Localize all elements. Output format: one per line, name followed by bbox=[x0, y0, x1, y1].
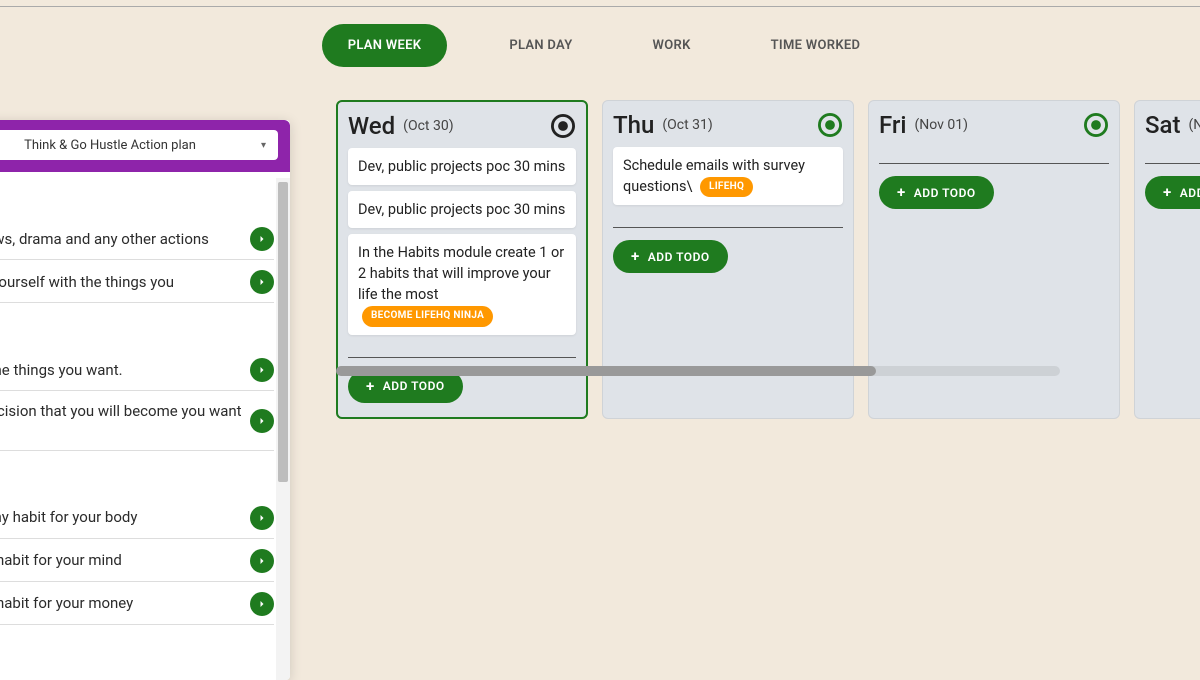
header-divider bbox=[0, 6, 1200, 7]
tab-time-worked[interactable]: TIME WORKED bbox=[753, 28, 879, 63]
plan-task-text: nwash yourself with the things you bbox=[0, 272, 242, 292]
add-todo-button[interactable]: + ADD TODO bbox=[1145, 176, 1200, 209]
todo-card[interactable]: Dev, public projects poc 30 mins bbox=[348, 148, 576, 185]
day-column: Sat (Nov + ADD TODO bbox=[1134, 100, 1200, 419]
tab-plan-day[interactable]: PLAN DAY bbox=[491, 28, 590, 63]
target-icon[interactable] bbox=[817, 112, 843, 138]
todo-card-text: Dev, public projects poc 30 mins bbox=[358, 158, 565, 175]
add-todo-label: ADD TODO bbox=[1180, 186, 1200, 200]
plan-task-row[interactable]: nwash yourself with the things you bbox=[0, 260, 274, 303]
plan-task-row[interactable]: out all the things you want. bbox=[0, 348, 274, 391]
plan-task-text: healthy habit for your mind bbox=[0, 550, 242, 570]
todo-card-text: Dev, public projects poc 30 mins bbox=[358, 201, 565, 218]
plan-task-row[interactable]: nate news, drama and any other actions bbox=[0, 217, 274, 260]
todo-card[interactable]: Dev, public projects poc 30 mins bbox=[348, 191, 576, 228]
plan-task-row[interactable]: healthy habit for your mind bbox=[0, 539, 274, 582]
plan-task-row[interactable]: te healthy habit for your body bbox=[0, 496, 274, 539]
plan-task-text: healthy habit for your money bbox=[0, 593, 242, 613]
day-name: Fri bbox=[879, 111, 907, 139]
plan-select[interactable]: Think & Go Hustle Action plan bbox=[0, 130, 278, 160]
sidebar-scrollbar[interactable] bbox=[276, 178, 290, 680]
plan-task-row[interactable]: e the decision that you will become you … bbox=[0, 391, 274, 451]
add-todo-button[interactable]: + ADD TODO bbox=[613, 240, 728, 273]
plan-task-text: e the decision that you will become you … bbox=[0, 401, 242, 442]
level-heading: vel 3 bbox=[0, 465, 274, 486]
todo-card-text: In the Habits module create 1 or 2 habit… bbox=[358, 244, 564, 303]
tab-plan-week[interactable]: PLAN WEEK bbox=[322, 24, 448, 67]
day-date: (Nov bbox=[1188, 117, 1200, 133]
tab-work[interactable]: WORK bbox=[635, 28, 709, 63]
level-heading: vel 1 bbox=[0, 317, 274, 338]
add-todo-label: ADD TODO bbox=[914, 186, 976, 200]
day-header: Thu (Oct 31) bbox=[613, 111, 843, 139]
chevron-right-icon[interactable] bbox=[250, 506, 274, 530]
day-header: Sat (Nov bbox=[1145, 111, 1200, 139]
day-date: (Oct 31) bbox=[662, 117, 712, 133]
day-date: (Nov 01) bbox=[915, 117, 969, 133]
view-tabs: PLAN WEEK PLAN DAY WORK TIME WORKED bbox=[0, 24, 1200, 67]
day-divider bbox=[613, 227, 843, 228]
plan-task-text: nate news, drama and any other actions bbox=[0, 229, 242, 249]
add-todo-label: ADD TODO bbox=[648, 250, 710, 264]
day-name: Sat bbox=[1145, 111, 1180, 139]
plan-task-text: te healthy habit for your body bbox=[0, 507, 242, 527]
sidebar-body: vel 4 nate news, drama and any other acti… bbox=[0, 172, 290, 680]
board-scrollbar-thumb[interactable] bbox=[336, 366, 876, 376]
plus-icon: + bbox=[631, 249, 640, 264]
chevron-right-icon[interactable] bbox=[250, 409, 274, 433]
day-divider bbox=[348, 357, 576, 358]
day-name: Thu bbox=[613, 111, 654, 139]
chevron-right-icon[interactable] bbox=[250, 549, 274, 573]
plus-icon: + bbox=[897, 185, 906, 200]
chevron-right-icon[interactable] bbox=[250, 270, 274, 294]
action-plan-panel: Think & Go Hustle Action plan vel 4 nate … bbox=[0, 120, 290, 680]
plan-select-value: Think & Go Hustle Action plan bbox=[24, 138, 196, 153]
chevron-right-icon[interactable] bbox=[250, 227, 274, 251]
chevron-right-icon[interactable] bbox=[250, 592, 274, 616]
add-todo-label: ADD TODO bbox=[383, 379, 445, 393]
plan-task-row[interactable]: healthy habit for your money bbox=[0, 582, 274, 625]
day-header: Fri (Nov 01) bbox=[879, 111, 1109, 139]
todo-card[interactable]: Schedule emails with survey questions\ L… bbox=[613, 147, 843, 205]
board-horizontal-scrollbar[interactable] bbox=[336, 366, 1060, 376]
target-icon[interactable] bbox=[550, 113, 576, 139]
sidebar-header: Think & Go Hustle Action plan bbox=[0, 120, 290, 172]
week-board: Wed (Oct 30) Dev, public projects poc 30 m… bbox=[336, 100, 1200, 429]
sidebar-scrollbar-thumb[interactable] bbox=[278, 182, 288, 482]
target-icon[interactable] bbox=[1083, 112, 1109, 138]
day-name: Wed bbox=[348, 112, 395, 140]
plan-task-text: out all the things you want. bbox=[0, 360, 242, 380]
chevron-right-icon[interactable] bbox=[250, 358, 274, 382]
todo-badge: BECOME LIFEHQ NINJA bbox=[362, 306, 493, 327]
day-divider bbox=[1145, 163, 1200, 164]
day-header: Wed (Oct 30) bbox=[348, 112, 576, 140]
day-date: (Oct 30) bbox=[403, 118, 453, 134]
add-todo-button[interactable]: + ADD TODO bbox=[879, 176, 994, 209]
plus-icon: + bbox=[366, 379, 375, 394]
level-heading: vel 4 bbox=[0, 186, 274, 207]
todo-badge: LIFEHQ bbox=[700, 177, 753, 198]
day-divider bbox=[879, 163, 1109, 164]
todo-card[interactable]: In the Habits module create 1 or 2 habit… bbox=[348, 234, 576, 334]
plus-icon: + bbox=[1163, 185, 1172, 200]
